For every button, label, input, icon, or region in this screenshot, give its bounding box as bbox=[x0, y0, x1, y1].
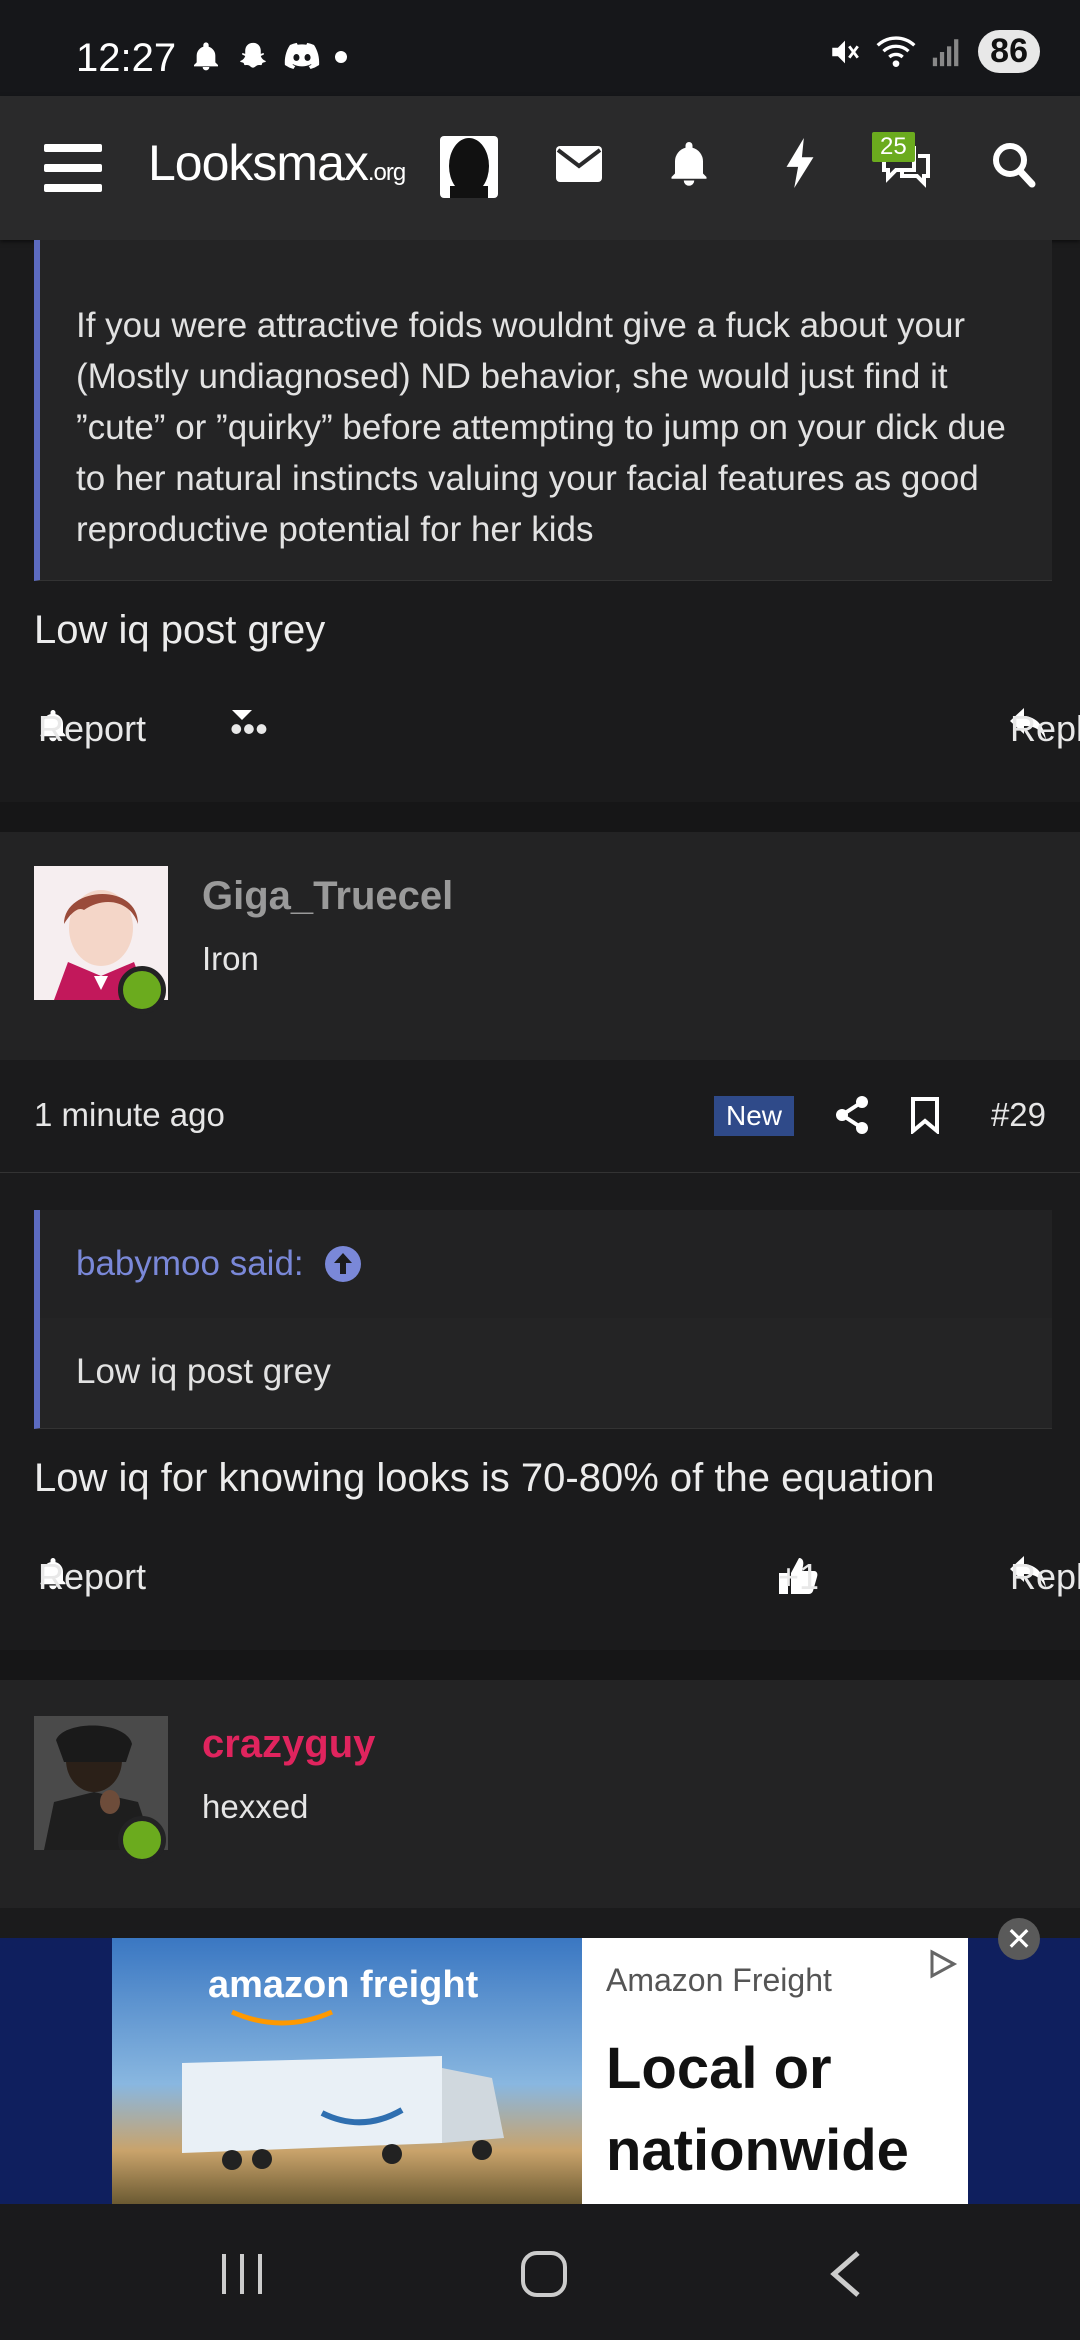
previous-post-actions: Report ••• Reply bbox=[34, 708, 1080, 768]
system-navigation-bar bbox=[0, 2204, 1080, 2340]
username-giga-truecel[interactable]: Giga_Truecel bbox=[202, 874, 453, 919]
post-29-body: Low iq for knowing looks is 70-80% of th… bbox=[34, 1456, 935, 1500]
quote-author: babymoo said: bbox=[76, 1244, 304, 1283]
site-logo[interactable]: Looksmax.org bbox=[148, 134, 406, 192]
more-dots: ••• bbox=[230, 708, 268, 749]
mute-icon bbox=[832, 40, 860, 63]
logo-main: Looksmax bbox=[148, 135, 369, 191]
report-label: Report bbox=[38, 1556, 147, 1597]
signal-icon bbox=[933, 38, 959, 66]
bookmark-icon[interactable] bbox=[910, 1096, 940, 1134]
username-crazyguy[interactable]: crazyguy bbox=[202, 1722, 375, 1767]
post-time[interactable]: 1 minute ago bbox=[34, 1096, 225, 1134]
ad-image[interactable]: amazon freight bbox=[112, 1938, 582, 2204]
top-nav-bar: Looksmax.org 25 bbox=[0, 96, 1080, 240]
ad-headline: Local or nationwide bbox=[606, 2036, 909, 2183]
logo-suffix: .org bbox=[367, 159, 406, 186]
previous-post-body: Low iq post grey bbox=[34, 608, 326, 652]
user-title: hexxed bbox=[202, 1788, 309, 1825]
report-label: Report bbox=[38, 708, 147, 749]
like-count: +1 bbox=[778, 1556, 820, 1597]
bell-notification-icon bbox=[194, 42, 218, 71]
post-29-user-header: Giga_Truecel Iron bbox=[0, 832, 1080, 1060]
report-button[interactable]: Report bbox=[38, 1556, 146, 1597]
new-badge: New bbox=[714, 1096, 795, 1136]
previous-quote-text: If you were attractive foids wouldnt giv… bbox=[76, 306, 1006, 549]
discord-icon bbox=[284, 42, 320, 69]
search-icon[interactable] bbox=[992, 142, 1036, 188]
envelope-icon[interactable] bbox=[556, 146, 602, 182]
reply-button[interactable]: Reply bbox=[1010, 708, 1080, 749]
dot-icon bbox=[335, 51, 347, 63]
reply-label: Reply bbox=[1010, 708, 1080, 749]
wifi-icon bbox=[876, 35, 916, 67]
user-avatar[interactable] bbox=[440, 136, 498, 198]
report-button[interactable]: Report bbox=[38, 708, 146, 749]
reply-button[interactable]: Reply bbox=[1010, 1556, 1080, 1597]
post-29-quote: babymoo said: Low iq post grey bbox=[34, 1210, 1052, 1429]
lightning-icon[interactable] bbox=[784, 138, 816, 188]
like-button[interactable]: +1 bbox=[778, 1556, 820, 1597]
arrow-up-circle-icon[interactable] bbox=[324, 1245, 362, 1283]
notification-icons bbox=[190, 40, 348, 74]
meta-divider bbox=[0, 1172, 1080, 1173]
ad-card[interactable]: amazon freight Amazon Freight Local or n… bbox=[112, 1938, 968, 2204]
back-icon[interactable] bbox=[828, 2250, 862, 2298]
post-29-meta: 1 minute ago New #29 bbox=[34, 1096, 1046, 1144]
status-time: 12:27 bbox=[76, 36, 177, 80]
recent-apps-icon[interactable] bbox=[220, 2254, 264, 2294]
battery-indicator: 86 bbox=[978, 30, 1040, 73]
quote-author-bar[interactable]: babymoo said: bbox=[40, 1210, 1052, 1318]
ad-close-button[interactable]: ✕ bbox=[998, 1918, 1040, 1960]
share-icon[interactable] bbox=[834, 1096, 870, 1134]
previous-post-quote: If you were attractive foids wouldnt giv… bbox=[34, 240, 1052, 581]
post-29-actions: Report +1 Reply bbox=[34, 1556, 1080, 1616]
quote-body: Low iq post grey bbox=[40, 1318, 1052, 1426]
ad-banner[interactable]: amazon freight Amazon Freight Local or n… bbox=[0, 1938, 1080, 2204]
post-divider bbox=[0, 802, 1080, 832]
post-number[interactable]: #29 bbox=[991, 1096, 1046, 1134]
bell-icon[interactable] bbox=[668, 140, 710, 186]
online-indicator bbox=[118, 966, 166, 1014]
reply-label: Reply bbox=[1010, 1556, 1080, 1597]
hamburger-menu-icon[interactable] bbox=[44, 144, 102, 192]
ad-choices-icon[interactable] bbox=[926, 1948, 958, 1980]
more-options-button[interactable]: ••• bbox=[230, 708, 268, 749]
post-30-user-header: crazyguy hexxed bbox=[0, 1680, 1080, 1908]
home-icon[interactable] bbox=[520, 2250, 568, 2298]
status-right: 86 bbox=[828, 30, 1040, 73]
status-bar: 12:27 86 bbox=[0, 0, 1080, 96]
post-divider bbox=[0, 1650, 1080, 1680]
user-title: Iron bbox=[202, 940, 259, 977]
snapchat-icon bbox=[240, 42, 266, 68]
chat-badge: 25 bbox=[872, 132, 915, 162]
online-indicator bbox=[118, 1816, 166, 1864]
ad-advertiser: Amazon Freight bbox=[606, 1962, 832, 1998]
